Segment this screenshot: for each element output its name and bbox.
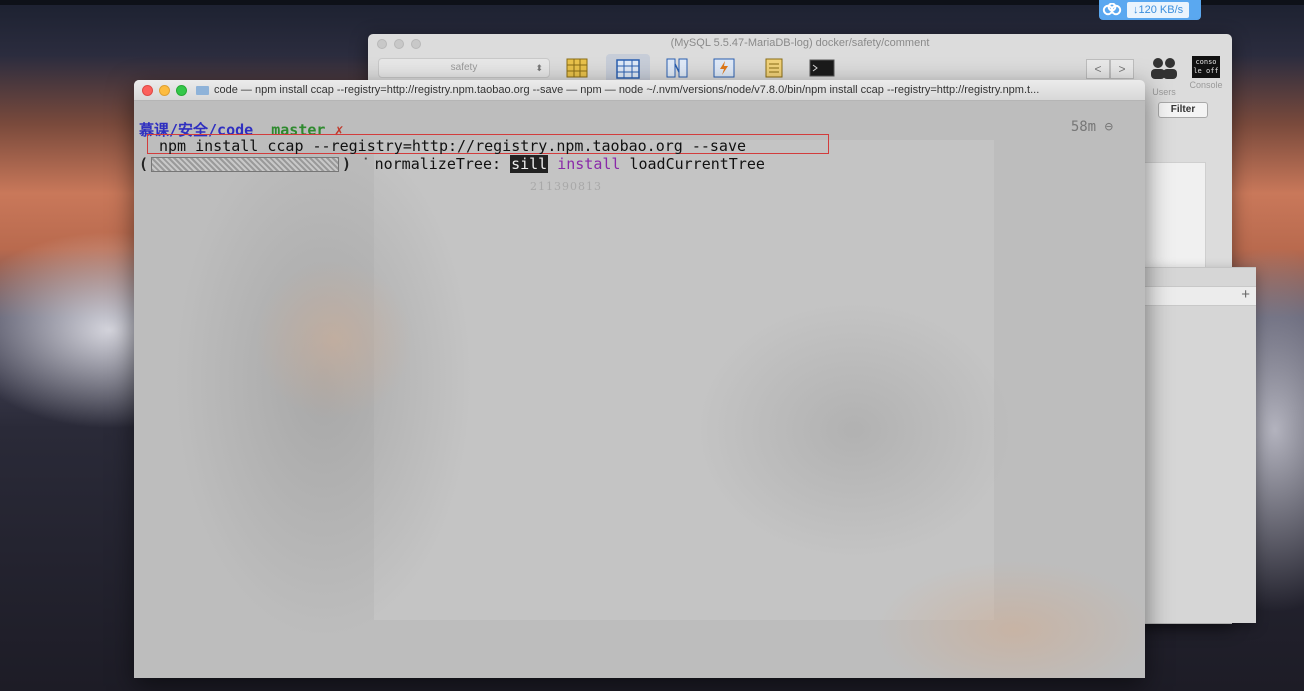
structure-icon bbox=[566, 58, 588, 78]
back-window-side-panel bbox=[1144, 162, 1206, 269]
history-nav: < > bbox=[1086, 59, 1134, 79]
npm-progress-line: () ⠈ normalizeTree: sill install loadCurre… bbox=[139, 155, 765, 173]
triggers-tool-button[interactable] bbox=[711, 57, 737, 79]
query-tool-button[interactable] bbox=[809, 57, 835, 79]
npm-progress-bar bbox=[151, 156, 340, 172]
back-window-titlebar[interactable]: (MySQL 5.5.47-MariaDB-log) docker/safety… bbox=[368, 34, 1232, 54]
users-label: Users bbox=[1152, 87, 1176, 97]
relations-icon bbox=[666, 58, 688, 78]
close-button[interactable] bbox=[142, 84, 153, 96]
command-line: npm install ccap --registry=http://regis… bbox=[159, 137, 746, 155]
spinner-icon: ⠈ bbox=[359, 156, 369, 172]
table-info-tool-button[interactable] bbox=[761, 57, 787, 79]
progress-detail: loadCurrentTree bbox=[629, 155, 765, 173]
terminal-title: code — npm install ccap --registry=http:… bbox=[214, 84, 1040, 96]
console-label: Console bbox=[1189, 80, 1223, 90]
structure-tool-button[interactable] bbox=[564, 57, 590, 79]
relations-tool-button[interactable] bbox=[664, 57, 690, 79]
triggers-icon bbox=[713, 58, 735, 78]
network-speed-widget[interactable]: ↓120 KB/s bbox=[1099, 0, 1201, 20]
zoom-button[interactable] bbox=[176, 84, 187, 96]
users-tool-button[interactable]: Users bbox=[1146, 56, 1182, 97]
filter-button[interactable]: Filter bbox=[1158, 102, 1208, 118]
terminal-titlebar[interactable]: code — npm install ccap --registry=http:… bbox=[134, 80, 1145, 101]
console-icon: conso le off bbox=[1192, 56, 1220, 78]
download-speed: ↓120 KB/s bbox=[1127, 2, 1190, 18]
elapsed-time-value: 58m bbox=[1070, 119, 1097, 135]
terminal-output[interactable]: 慕课/安全/code master ✗ 58m ⊖ npm install cc… bbox=[134, 101, 1145, 678]
table-content-icon bbox=[616, 59, 640, 79]
progress-stage: normalizeTree: bbox=[374, 155, 502, 173]
log-level: sill bbox=[510, 155, 549, 173]
watermark-number: 211390813 bbox=[530, 180, 602, 193]
progress-open: ( bbox=[139, 155, 149, 173]
table-info-icon bbox=[765, 58, 783, 78]
terminal-query-icon bbox=[809, 59, 835, 77]
database-select[interactable]: safety ⬍ bbox=[378, 58, 550, 78]
select-arrows-icon: ⬍ bbox=[535, 63, 543, 73]
folder-icon bbox=[196, 85, 209, 95]
back-window-title: (MySQL 5.5.47-MariaDB-log) docker/safety… bbox=[670, 37, 930, 49]
progress-action: install bbox=[557, 155, 621, 173]
secondary-window[interactable]: + bbox=[1144, 267, 1256, 623]
window-controls bbox=[142, 84, 187, 96]
progress-close: ) bbox=[342, 155, 352, 173]
history-forward-button[interactable]: > bbox=[1110, 59, 1134, 79]
clock-icon: ⊖ bbox=[1104, 119, 1113, 135]
minimize-button[interactable] bbox=[159, 84, 170, 96]
add-tab-button[interactable]: + bbox=[1241, 286, 1250, 303]
terminal-window[interactable]: code — npm install ccap --registry=http:… bbox=[134, 80, 1145, 678]
baidu-cloud-icon bbox=[1099, 0, 1125, 20]
database-select-value: safety bbox=[450, 62, 478, 73]
history-back-button[interactable]: < bbox=[1086, 59, 1110, 79]
secondary-window-tab-bar: + bbox=[1144, 286, 1256, 306]
users-icon bbox=[1151, 58, 1177, 79]
elapsed-time: 58m ⊖ bbox=[1071, 119, 1113, 135]
console-tool-button[interactable]: conso le off Console bbox=[1186, 56, 1226, 90]
